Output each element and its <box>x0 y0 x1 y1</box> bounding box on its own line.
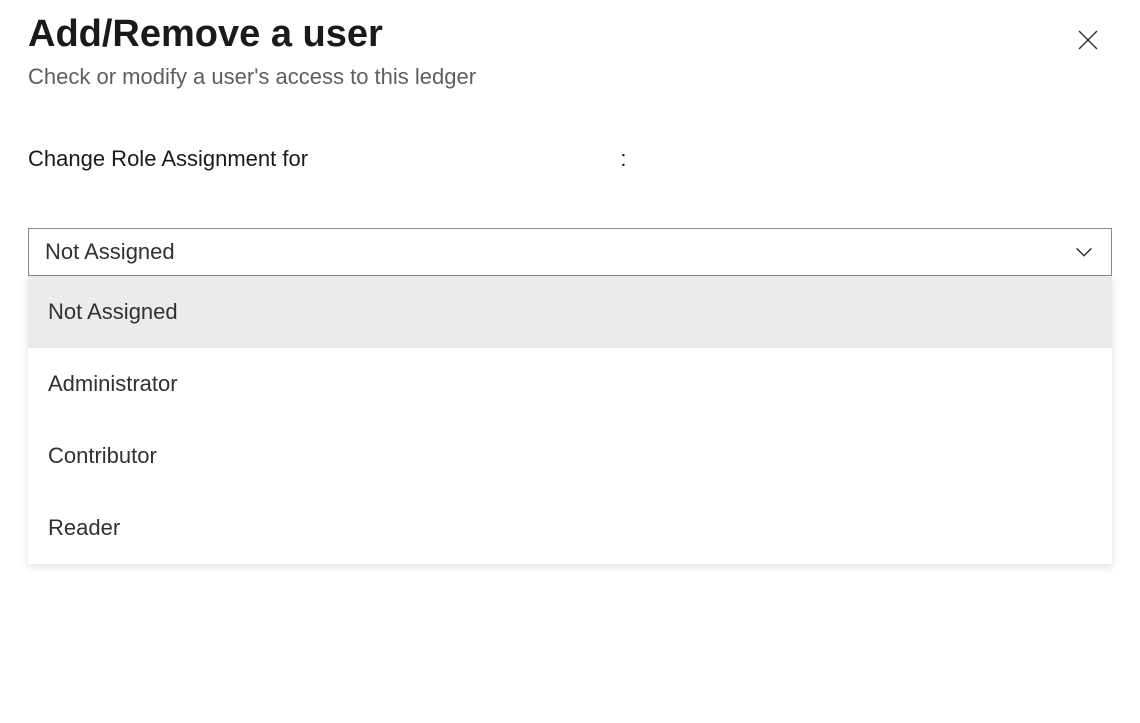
role-option[interactable]: Not Assigned <box>28 276 1112 348</box>
chevron-down-icon <box>1073 241 1095 263</box>
role-select-value: Not Assigned <box>45 239 175 265</box>
role-assignment-label-suffix: : <box>620 146 626 171</box>
role-option[interactable]: Contributor <box>28 420 1112 492</box>
role-select[interactable]: Not Assigned <box>28 228 1112 276</box>
role-option[interactable]: Reader <box>28 492 1112 564</box>
role-assignment-label-prefix: Change Role Assignment for <box>28 146 308 171</box>
role-assignment-label: Change Role Assignment for : <box>28 146 1112 172</box>
close-icon <box>1076 28 1100 55</box>
page-title: Add/Remove a user <box>28 12 1070 58</box>
page-subtitle: Check or modify a user's access to this … <box>28 64 1070 90</box>
role-select-list: Not AssignedAdministratorContributorRead… <box>28 276 1112 564</box>
close-button[interactable] <box>1070 22 1106 61</box>
role-option[interactable]: Administrator <box>28 348 1112 420</box>
